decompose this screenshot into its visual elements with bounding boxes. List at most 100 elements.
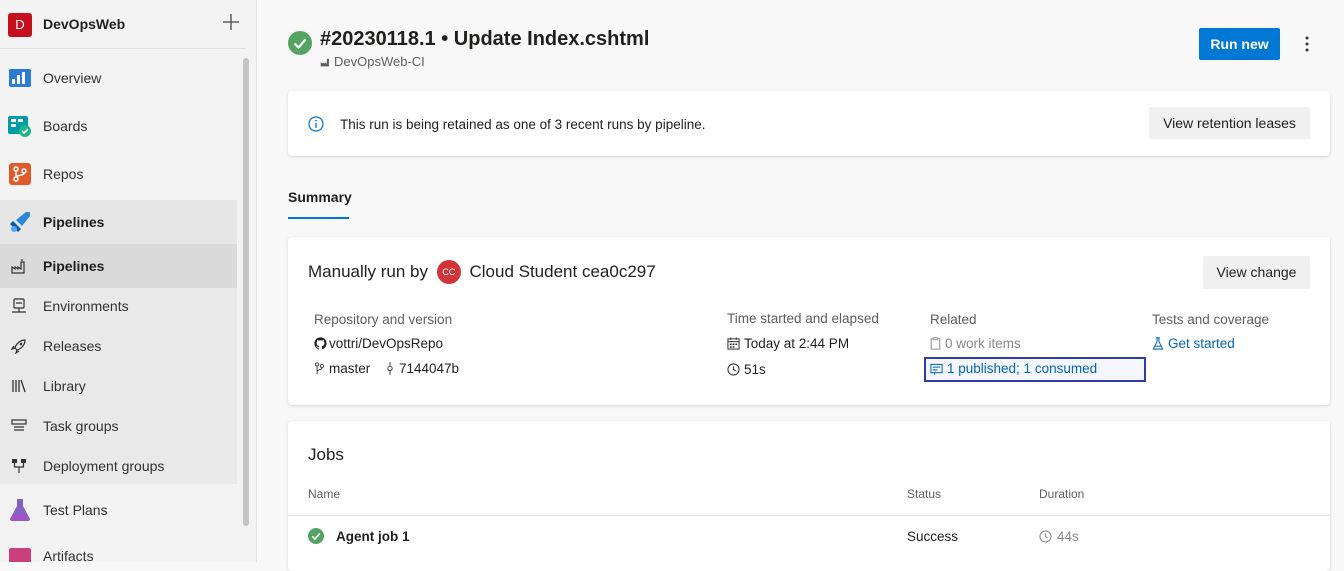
branch-icon [314, 362, 325, 375]
calendar-icon [727, 337, 740, 350]
column-header-status: Status [907, 487, 942, 501]
sidebar-item-boards[interactable]: Boards [0, 104, 237, 148]
task-groups-icon [11, 419, 27, 431]
column-header-duration: Duration [1039, 487, 1085, 501]
org-name[interactable]: DevOpsWeb [43, 16, 125, 32]
artifacts-icon [9, 548, 31, 562]
org-avatar: D [8, 13, 32, 37]
sidebar-item-label: Task groups [43, 418, 119, 434]
run-new-button[interactable]: Run new [1199, 28, 1280, 60]
get-started-text[interactable]: Get started [1168, 336, 1235, 351]
github-icon [314, 337, 327, 350]
plus-icon[interactable] [221, 12, 241, 32]
job-duration: 44s [1039, 529, 1079, 544]
artifacts-text[interactable]: 1 published; 1 consumed [947, 361, 1097, 376]
column-header-name: Name [308, 487, 341, 501]
retention-message: This run is being retained as one of 3 r… [340, 117, 706, 132]
sidebar-item-label: Overview [43, 70, 102, 86]
table-row[interactable]: Agent job 1 Success 44s [288, 516, 1330, 556]
elapsed-time: 51s [727, 362, 766, 377]
sidebar-subitem-task-groups[interactable]: Task groups [0, 404, 237, 448]
library-icon [12, 379, 26, 393]
repo-header: Repository and version [314, 312, 453, 327]
info-icon [308, 116, 324, 132]
sidebar-item-label: Deployment groups [43, 458, 165, 474]
repo-name[interactable]: vottri/DevOpsRepo [329, 336, 443, 351]
sidebar-item-repos[interactable]: Repos [0, 152, 237, 196]
summary-card: Manually run by CC Cloud Student cea0c29… [288, 237, 1330, 405]
sidebar-scrollbar[interactable] [243, 58, 249, 526]
branch-info[interactable]: master [314, 361, 370, 376]
clock-icon [1039, 530, 1052, 543]
sidebar-item-label: Boards [43, 118, 88, 134]
pipeline-name[interactable]: DevOpsWeb-CI [334, 54, 425, 69]
repos-icon [9, 163, 31, 185]
environments-icon [12, 298, 26, 313]
job-name[interactable]: Agent job 1 [336, 529, 410, 544]
tests-header: Tests and coverage [1152, 312, 1270, 327]
sidebar-item-label: Pipelines [43, 214, 105, 230]
tab-active-indicator [288, 217, 349, 219]
repo-link[interactable]: vottri/DevOpsRepo [314, 336, 443, 351]
pipelines-icon [10, 212, 30, 232]
sidebar-subitem-deployment-groups[interactable]: Deployment groups [0, 444, 237, 488]
branch-name[interactable]: master [329, 361, 370, 376]
pipeline-link[interactable]: DevOpsWeb-CI [320, 54, 425, 69]
view-retention-leases-button[interactable]: View retention leases [1149, 107, 1310, 139]
flask-icon [1152, 337, 1164, 350]
boards-icon [8, 116, 31, 137]
test-plans-icon [10, 499, 30, 521]
run-trigger-info: Manually run by CC Cloud Student cea0c29… [308, 260, 656, 284]
sidebar-subitem-pipelines[interactable]: Pipelines [0, 244, 237, 288]
pipelines-sub-icon [11, 259, 25, 274]
deployment-groups-icon [12, 459, 26, 473]
sidebar-item-label: Repos [43, 166, 84, 182]
success-check-icon [288, 31, 312, 55]
retention-banner: This run is being retained as one of 3 r… [288, 91, 1330, 156]
success-check-icon [308, 528, 324, 544]
sidebar-item-artifacts[interactable]: Artifacts [0, 534, 237, 562]
job-status: Success [907, 529, 959, 544]
sidebar-item-label: Library [43, 378, 86, 394]
work-items: 0 work items [930, 336, 1021, 351]
view-change-button[interactable]: View change [1203, 256, 1310, 289]
job-duration-text: 44s [1057, 529, 1079, 544]
jobs-card: Jobs Name Status Duration Agent job 1 Su… [288, 421, 1330, 571]
sidebar-subitem-releases[interactable]: Releases [0, 324, 237, 368]
trigger-prefix: Manually run by [308, 262, 429, 281]
sidebar-subitem-library[interactable]: Library [0, 364, 237, 408]
start-time: Today at 2:44 PM [727, 336, 849, 351]
clipboard-icon [930, 337, 941, 350]
artifacts-link[interactable]: 1 published; 1 consumed [930, 361, 1097, 376]
sidebar-item-label: Pipelines [43, 258, 105, 274]
work-items-text: 0 work items [945, 336, 1021, 351]
sidebar-item-label: Artifacts [43, 548, 94, 562]
tab-summary[interactable]: Summary [288, 189, 352, 205]
sidebar-subitem-environments[interactable]: Environments [0, 284, 237, 328]
time-header: Time started and elapsed [727, 311, 879, 326]
commit-info[interactable]: 7144047b [385, 361, 459, 376]
sidebar-item-label: Test Plans [43, 502, 108, 518]
jobs-title: Jobs [308, 445, 344, 464]
get-started-link[interactable]: Get started [1152, 336, 1235, 351]
sidebar: D DevOpsWeb Overview Boards Repos Pipeli… [0, 0, 257, 562]
sidebar-item-label: Environments [43, 298, 129, 314]
sidebar-item-overview[interactable]: Overview [0, 56, 237, 100]
sidebar-item-test-plans[interactable]: Test Plans [0, 488, 237, 532]
org-header[interactable]: D DevOpsWeb [0, 0, 246, 49]
more-options-icon[interactable] [1297, 34, 1317, 54]
related-header: Related [930, 312, 977, 327]
user-avatar: CC [436, 260, 461, 284]
commit-hash[interactable]: 7144047b [399, 361, 459, 376]
main-content: #20230118.1 • Update Index.cshtml DevOps… [257, 0, 1344, 571]
user-name[interactable]: Cloud Student [469, 262, 577, 281]
clock-icon [727, 363, 740, 376]
run-title: #20230118.1 • Update Index.cshtml [320, 28, 650, 50]
elapsed-time-text: 51s [744, 362, 766, 377]
sidebar-item-label: Releases [43, 338, 102, 354]
commit-icon [387, 362, 393, 375]
sidebar-item-pipelines[interactable]: Pipelines [0, 200, 237, 244]
start-time-text: Today at 2:44 PM [744, 336, 850, 351]
artifact-icon [930, 363, 943, 375]
commit-id: cea0c297 [581, 262, 656, 281]
